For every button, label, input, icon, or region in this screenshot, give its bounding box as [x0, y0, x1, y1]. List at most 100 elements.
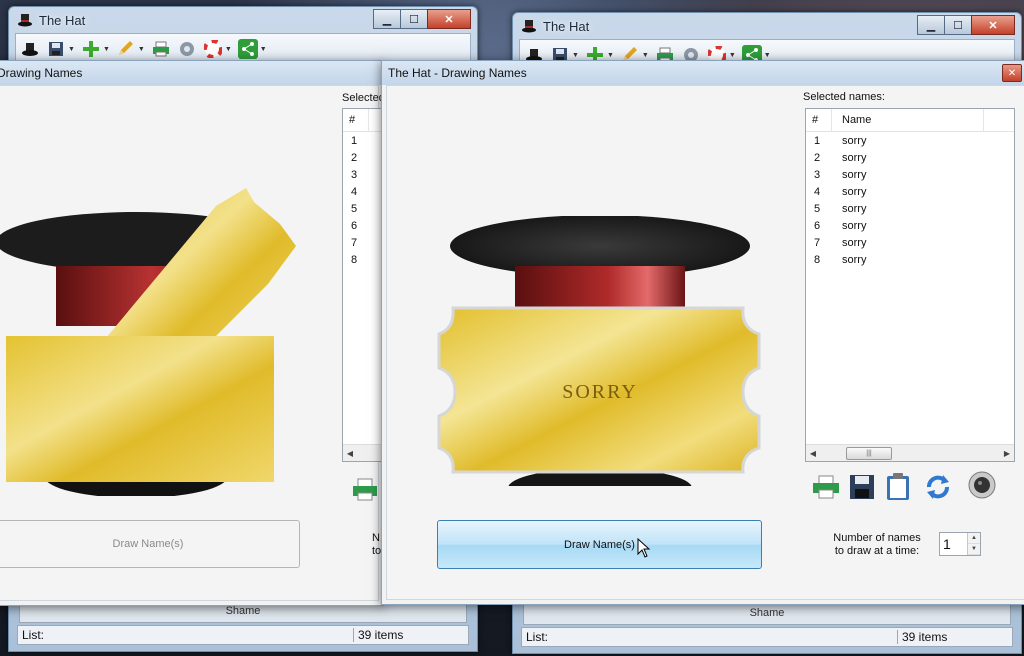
list-item[interactable]: 2 sorry — [806, 149, 1014, 166]
names-count-value[interactable]: 1 — [940, 533, 967, 555]
column-header-number[interactable]: # — [806, 109, 832, 131]
chevron-down-icon[interactable]: ▼ — [68, 46, 75, 53]
list-item[interactable]: 3 sorry — [806, 166, 1014, 183]
column-header-name[interactable]: Name — [832, 109, 984, 131]
status-list-label: List: — [22, 628, 45, 642]
names-count-label: Number of names to draw at a time: — [833, 532, 921, 557]
list-item-name: sorry — [842, 134, 867, 147]
mouse-cursor-icon — [637, 538, 651, 558]
chevron-down-icon[interactable]: ▼ — [764, 52, 771, 59]
list-item-number: 6 — [814, 219, 821, 232]
add-icon[interactable] — [81, 39, 101, 59]
list-item[interactable]: 7 sorry — [806, 234, 1014, 251]
chevron-left-icon[interactable]: ◀ — [343, 449, 357, 458]
main-window-titlebar[interactable]: The Hat ▁ ☐ ✕ — [9, 7, 477, 33]
maximize-button[interactable]: ☐ — [400, 9, 428, 29]
close-button[interactable]: ✕ — [971, 15, 1015, 35]
dialog-titlebar[interactable]: The Hat - Drawing Names ✕ — [382, 61, 1024, 85]
sound-icon[interactable] — [967, 470, 997, 500]
chevron-down-icon[interactable]: ▼ — [968, 544, 980, 555]
list-item-name: sorry — [842, 253, 867, 266]
minimize-button[interactable]: ▁ — [917, 15, 945, 35]
window-title: The Hat — [543, 18, 590, 34]
hat-app-icon — [18, 14, 32, 27]
list-item-number: 7 — [814, 236, 821, 249]
list-item-number: 7 — [351, 236, 358, 249]
print-icon[interactable] — [151, 39, 171, 59]
maximize-button[interactable]: ☐ — [944, 15, 972, 35]
lifebuoy-icon[interactable] — [203, 39, 223, 59]
close-button[interactable]: ✕ — [427, 9, 471, 29]
clipboard-icon[interactable] — [883, 472, 913, 502]
chevron-left-icon[interactable]: ◀ — [806, 449, 820, 458]
selected-names-list[interactable]: # 1 2 3 4 5 6 7 8 ◀ — [342, 108, 383, 462]
selected-names-list[interactable]: # Name 1 sorry 2 sorry 3 sorry 4 sorry 5 sorry 6 so… — [805, 108, 1015, 462]
hat-app-icon — [522, 20, 536, 33]
dialog-title: The Hat - Drawing Names — [388, 66, 527, 80]
list-item[interactable]: 7 — [343, 234, 383, 251]
chevron-down-icon[interactable]: ▼ — [260, 46, 267, 53]
chevron-down-icon[interactable]: ▼ — [729, 52, 736, 59]
status-bar: List: 39 items — [521, 627, 1013, 647]
status-item-count: 39 items — [897, 630, 1012, 644]
draw-names-button[interactable]: Draw Name(s) — [0, 520, 300, 568]
scrollbar-thumb[interactable]: ||| — [846, 447, 892, 460]
chevron-right-icon[interactable]: ▶ — [1000, 449, 1014, 458]
hat-icon[interactable] — [20, 39, 40, 59]
draw-names-label: Draw Name(s) — [112, 538, 184, 550]
list-item[interactable]: 5 — [343, 200, 383, 217]
list-item[interactable]: 4 — [343, 183, 383, 200]
horizontal-scrollbar[interactable]: ◀ — [343, 444, 383, 461]
list-item[interactable]: 1 — [343, 132, 383, 149]
dialog-titlebar[interactable]: Drawing Names — [0, 61, 383, 85]
share-label: Shame — [225, 605, 261, 617]
list-item-number: 2 — [814, 151, 821, 164]
list-item-number: 4 — [351, 185, 358, 198]
hat-illustration — [0, 188, 296, 496]
list-item[interactable]: 3 — [343, 166, 383, 183]
list-item[interactable]: 8 — [343, 251, 383, 268]
list-item-number: 5 — [814, 202, 821, 215]
share-label: Shame — [749, 607, 785, 619]
chevron-down-icon[interactable]: ▼ — [138, 46, 145, 53]
list-item[interactable]: 6 — [343, 217, 383, 234]
list-item-number: 6 — [351, 219, 358, 232]
dialog-body: Selected # 1 2 3 4 5 6 7 8 ◀ Draw Name(s) Nto — [0, 85, 383, 601]
close-button[interactable]: ✕ — [1002, 64, 1022, 82]
names-count-stepper[interactable]: 1 ▲ ▼ — [939, 532, 981, 556]
list-item-number: 2 — [351, 151, 358, 164]
list-item[interactable]: 6 sorry — [806, 217, 1014, 234]
save-icon[interactable] — [847, 472, 877, 502]
draw-names-button[interactable]: Draw Name(s) — [437, 520, 762, 569]
chevron-down-icon[interactable]: ▼ — [103, 46, 110, 53]
list-item-name: sorry — [842, 202, 867, 215]
print-icon[interactable] — [350, 474, 380, 504]
chevron-up-icon[interactable]: ▲ — [968, 533, 980, 544]
print-icon[interactable] — [811, 472, 841, 502]
gear-icon[interactable] — [177, 39, 197, 59]
save-icon[interactable] — [46, 39, 66, 59]
column-header-number[interactable]: # — [343, 109, 369, 131]
selected-names-label: Selected — [342, 92, 384, 104]
minimize-button[interactable]: ▁ — [373, 9, 401, 29]
share-icon[interactable] — [237, 39, 258, 59]
list-item[interactable]: 8 sorry — [806, 251, 1014, 268]
status-bar: List: 39 items — [17, 625, 469, 645]
list-item-name: sorry — [842, 168, 867, 181]
chevron-down-icon[interactable]: ▼ — [225, 46, 232, 53]
pencil-icon[interactable] — [116, 39, 136, 59]
refresh-icon[interactable] — [923, 472, 953, 502]
selected-names-label: Selected names: — [803, 91, 885, 103]
horizontal-scrollbar[interactable]: ◀ ||| ▶ — [806, 444, 1014, 461]
list-item-number: 1 — [814, 134, 821, 147]
list-item[interactable]: 1 sorry — [806, 132, 1014, 149]
list-item[interactable]: 5 sorry — [806, 200, 1014, 217]
chevron-down-icon[interactable]: ▼ — [572, 52, 579, 59]
main-window-titlebar[interactable]: The Hat ▁ ☐ ✕ — [513, 13, 1021, 39]
chevron-down-icon[interactable]: ▼ — [607, 52, 614, 59]
list-item[interactable]: 2 — [343, 149, 383, 166]
list-item-name: sorry — [842, 151, 867, 164]
chevron-down-icon[interactable]: ▼ — [642, 52, 649, 59]
ticket-name-text: SORRY — [562, 381, 638, 403]
list-item[interactable]: 4 sorry — [806, 183, 1014, 200]
